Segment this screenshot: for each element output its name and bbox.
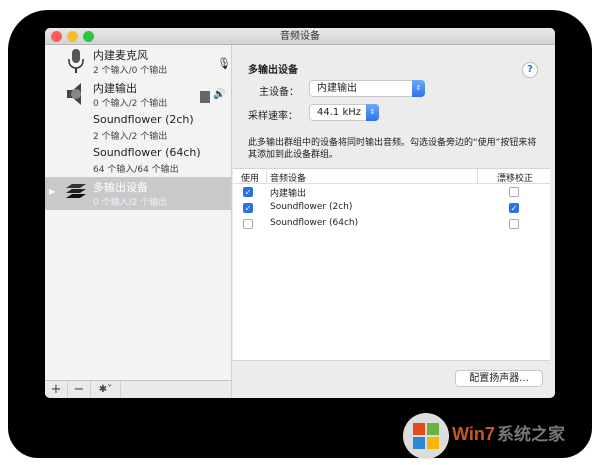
device-heading: 多输出设备 — [248, 65, 298, 76]
table-row: ✓ 内建输出 — [233, 184, 550, 200]
device-item-soundflower-64ch[interactable]: Soundflower (64ch) 64 个输入/64 个输出 — [45, 144, 231, 177]
device-detail-pane: 多输出设备 ? 主设备： 内建输出 ⇕ 采样速率： 44.1 kHz ⇕ 此多输出群… — [233, 45, 555, 398]
device-item-builtin-mic[interactable]: 内建麦克风 2 个输入/0 个输出 🎙 — [45, 45, 231, 78]
output-speaker-icon: 🔊 — [213, 89, 226, 100]
sample-rate-select[interactable]: 44.1 kHz ⇕ — [309, 104, 379, 121]
minimize-button[interactable] — [67, 31, 78, 42]
disclosure-triangle-icon[interactable]: ▶ — [49, 187, 55, 196]
input-default-mic-icon: 🎙 — [217, 57, 231, 70]
master-device-label: 主设备： — [259, 87, 299, 98]
device-item-builtin-output[interactable]: 内建输出 0 个输入/2 个输出 🔊 — [45, 78, 231, 111]
use-checkbox[interactable]: ✓ — [243, 187, 253, 197]
drift-checkbox[interactable] — [509, 187, 519, 197]
sample-rate-label: 采样速率： — [248, 111, 298, 122]
drift-checkbox[interactable] — [509, 219, 519, 229]
remove-device-button[interactable]: − — [68, 381, 91, 398]
device-item-soundflower-2ch[interactable]: Soundflower (2ch) 2 个输入/2 个输出 — [45, 111, 231, 144]
device-list: 内建麦克风 2 个输入/0 个输出 🎙 内建输出 0 个输入/2 个输出 🔊 S… — [45, 45, 232, 380]
use-checkbox[interactable] — [243, 219, 253, 229]
speaker-icon — [67, 83, 81, 105]
updown-arrow-icon: ⇕ — [366, 104, 379, 121]
updown-arrow-icon: ⇕ — [412, 80, 425, 97]
device-item-multi-output[interactable]: ▶ 多输出设备 0 个输入/2 个输出 — [45, 177, 231, 210]
multi-output-icon — [66, 184, 86, 198]
window-title: 音频设备 — [280, 31, 320, 42]
svg-text:Win7: Win7 — [452, 424, 495, 444]
audio-devices-window: 音频设备 内建麦克风 2 个输入/0 个输出 🎙 内建输出 0 个输入/2 个输… — [45, 28, 555, 398]
description-text: 此多输出群组中的设备将同时输出音频。勾选设备旁边的“使用”按钮来将其添加到此设备… — [248, 138, 537, 160]
master-device-select[interactable]: 内建输出 ⇕ — [309, 80, 425, 97]
configure-speakers-button[interactable]: 配置扬声器... — [455, 370, 543, 387]
zoom-button[interactable] — [83, 31, 94, 42]
svg-text:系统之家: 系统之家 — [497, 424, 565, 445]
column-use[interactable]: 使用 — [241, 171, 259, 184]
title-bar: 音频设备 — [45, 28, 555, 45]
drift-checkbox[interactable]: ✓ — [509, 203, 519, 213]
device-table: 使用 音频设备 漂移校正 ✓ 内建输出 ✓ Soundflower (2ch) … — [233, 168, 550, 361]
gear-menu-button[interactable]: ✱˅ — [91, 381, 121, 398]
table-row: ✓ Soundflower (2ch) ✓ — [243, 202, 519, 213]
system-output-icon — [200, 91, 210, 103]
watermark-logo: Win7 系统之家 — [400, 412, 600, 462]
table-header: 使用 音频设备 漂移校正 — [233, 169, 550, 184]
device-list-toolbar: + − ✱˅ — [45, 380, 232, 398]
column-device[interactable]: 音频设备 — [270, 171, 306, 184]
table-row: Soundflower (64ch) — [233, 216, 550, 232]
close-button[interactable] — [51, 31, 62, 42]
use-checkbox[interactable]: ✓ — [243, 203, 253, 213]
add-device-button[interactable]: + — [45, 381, 68, 398]
microphone-icon — [68, 49, 84, 73]
help-button[interactable]: ? — [522, 62, 538, 78]
column-drift[interactable]: 漂移校正 — [497, 171, 533, 184]
